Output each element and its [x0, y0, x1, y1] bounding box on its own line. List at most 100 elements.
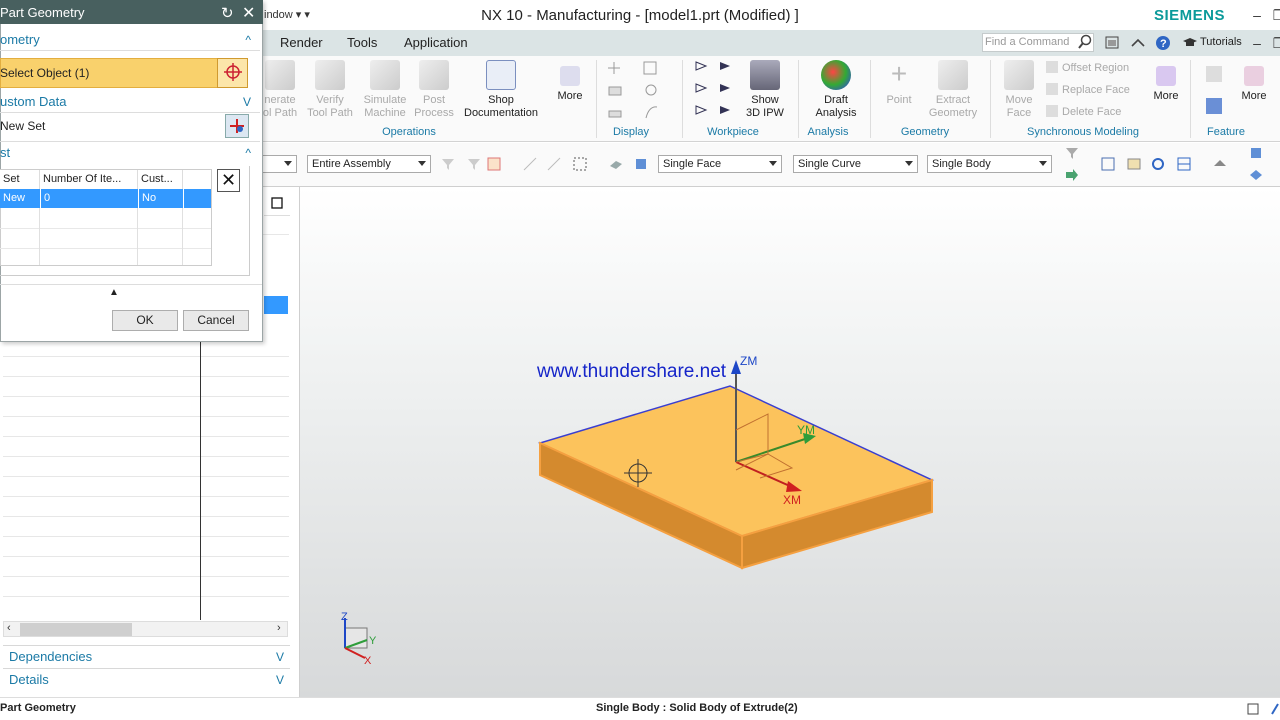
display-orient-icon[interactable] [606, 60, 622, 76]
workpiece-flag3-icon[interactable] [694, 82, 710, 98]
scroll-left-icon[interactable]: ‹ [7, 622, 11, 634]
chevron-down-icon: V [242, 95, 251, 109]
display-layer-icon[interactable] [607, 105, 623, 121]
type-filter-dropdown[interactable] [262, 155, 297, 173]
table-cell-blank[interactable] [183, 189, 211, 208]
tab-application[interactable]: Application [404, 35, 468, 50]
reset-icon[interactable]: ↻ [221, 4, 234, 22]
generate-tool-path-button[interactable]: nerate ol Path [258, 60, 302, 120]
delete-face-button[interactable]: Delete Face [1046, 105, 1121, 118]
workpiece-flag2-icon[interactable] [718, 60, 734, 76]
operations-more-button[interactable]: More [552, 66, 588, 103]
shaded-body-icon[interactable] [608, 156, 624, 172]
display-curve-icon[interactable] [643, 104, 659, 120]
face-rule-dropdown[interactable]: Single Face [658, 155, 782, 173]
table-cell-count[interactable]: 0 [40, 189, 138, 208]
replace-face-button[interactable]: Replace Face [1046, 83, 1130, 96]
snap-point-icon[interactable] [522, 156, 538, 172]
arrow-right-icon[interactable] [1064, 167, 1080, 183]
column-header-set[interactable]: Set [0, 170, 40, 189]
workpiece-flag-icon[interactable] [694, 60, 710, 76]
part-model[interactable]: ZM YM XM [530, 350, 950, 580]
display-snap-icon[interactable] [643, 82, 659, 98]
zoom-icon[interactable] [1126, 156, 1142, 172]
ok-button[interactable]: OK [112, 310, 178, 331]
sync-more-button[interactable]: More [1148, 66, 1184, 103]
tab-tools[interactable]: Tools [347, 35, 377, 50]
selection-filter-icon[interactable] [1064, 145, 1080, 161]
new-set-label[interactable]: New Set [0, 119, 45, 133]
list-section-header[interactable]: st ^ [0, 141, 260, 163]
display-shade-icon[interactable] [607, 83, 623, 99]
workpiece-flag6-icon[interactable] [718, 104, 734, 120]
details-panel[interactable]: Details V [3, 668, 290, 690]
close-icon[interactable]: ✕ [242, 3, 255, 23]
table-cell-set[interactable]: New [0, 189, 40, 208]
fit-view-icon[interactable] [1100, 156, 1116, 172]
simulate-machine-button[interactable]: Simulate Machine [360, 60, 410, 120]
geometry-section-header[interactable]: ometry ^ [0, 29, 260, 51]
chevron-up-icon: ^ [245, 146, 251, 160]
help-icon[interactable]: ? [1155, 35, 1171, 51]
rotate-icon[interactable] [1150, 156, 1166, 172]
feature-more-button[interactable]: More [1236, 66, 1272, 103]
display-views-icon[interactable] [642, 60, 658, 76]
restore-icon[interactable]: ❐ [1268, 4, 1280, 26]
table-cell-custom[interactable]: No [138, 189, 183, 208]
column-header-number-of-items[interactable]: Number Of Ite... [40, 170, 138, 189]
minimize-doc-icon[interactable]: – [1246, 32, 1268, 54]
delete-set-button[interactable]: ✕ [217, 169, 240, 192]
render-style-icon[interactable] [1212, 156, 1228, 172]
scrollbar-thumb[interactable] [20, 623, 132, 636]
restore-doc-icon[interactable]: ❐ [1268, 32, 1280, 54]
scroll-right-icon[interactable]: › [277, 622, 281, 634]
ribbon-separator [1190, 60, 1191, 138]
filter-icon[interactable] [440, 156, 456, 172]
shop-documentation-icon [486, 60, 516, 90]
feature-tool-icon[interactable] [1204, 64, 1224, 84]
shop-documentation-button[interactable]: Shop Documentation [458, 60, 544, 120]
tutorials-button[interactable]: Tutorials [1200, 36, 1242, 48]
window-icon[interactable] [1104, 35, 1120, 51]
snap-point2-icon[interactable] [546, 156, 562, 172]
verify-tool-path-button[interactable]: Verify Tool Path [306, 60, 354, 120]
grid-line [137, 208, 138, 265]
collapse-ribbon-icon[interactable] [1130, 36, 1146, 50]
tab-render[interactable]: Render [280, 35, 323, 50]
extract-geometry-button[interactable]: Extract Geometry [926, 60, 980, 120]
view-layout-icon[interactable] [1176, 156, 1192, 172]
cancel-button[interactable]: Cancel [183, 310, 249, 331]
tutorials-icon[interactable] [1182, 37, 1198, 49]
workpiece-flag5-icon[interactable] [694, 104, 710, 120]
workpiece-flag4-icon[interactable] [718, 82, 734, 98]
dependencies-panel[interactable]: Dependencies V [3, 645, 290, 667]
selected-node-row[interactable] [264, 296, 288, 314]
point-button[interactable]: + Point [880, 60, 918, 107]
offset-region-button[interactable]: Offset Region [1046, 61, 1129, 74]
curve-rule-dropdown[interactable]: Single Curve [793, 155, 918, 173]
custom-data-section-header[interactable]: ustom Data V [0, 91, 260, 113]
collapse-arrow-icon[interactable]: ▲ [109, 287, 119, 298]
ribbon-separator [798, 60, 799, 138]
fullscreen-icon[interactable] [1246, 702, 1260, 716]
column-header-custom[interactable]: Cust... [138, 170, 183, 189]
rectangle-select-icon[interactable] [572, 156, 588, 172]
filter2-icon[interactable] [466, 156, 482, 172]
cube-icon[interactable] [1248, 145, 1264, 161]
show-3d-ipw-button[interactable]: Show 3D IPW [740, 60, 790, 120]
maximize-panel-icon[interactable] [271, 197, 283, 209]
draft-analysis-button[interactable]: Draft Analysis [808, 60, 864, 120]
post-process-button[interactable]: Post Process [412, 60, 456, 120]
feature-tool2-icon[interactable] [1204, 96, 1224, 116]
hide-show-icon[interactable] [1248, 167, 1264, 183]
body-rule-dropdown[interactable]: Single Body [927, 155, 1052, 173]
selection-scope-dropdown[interactable]: Entire Assembly [307, 155, 431, 173]
move-face-button[interactable]: Move Face [1000, 60, 1038, 120]
status-arrow-icon[interactable] [1270, 702, 1280, 716]
minimize-icon[interactable]: – [1246, 4, 1268, 26]
search-icon[interactable] [1078, 34, 1092, 50]
solid-body-icon[interactable] [633, 156, 649, 172]
select-all-icon[interactable] [486, 156, 502, 172]
command-search-input[interactable]: Find a Command [985, 36, 1069, 48]
column-divider[interactable] [200, 340, 201, 620]
